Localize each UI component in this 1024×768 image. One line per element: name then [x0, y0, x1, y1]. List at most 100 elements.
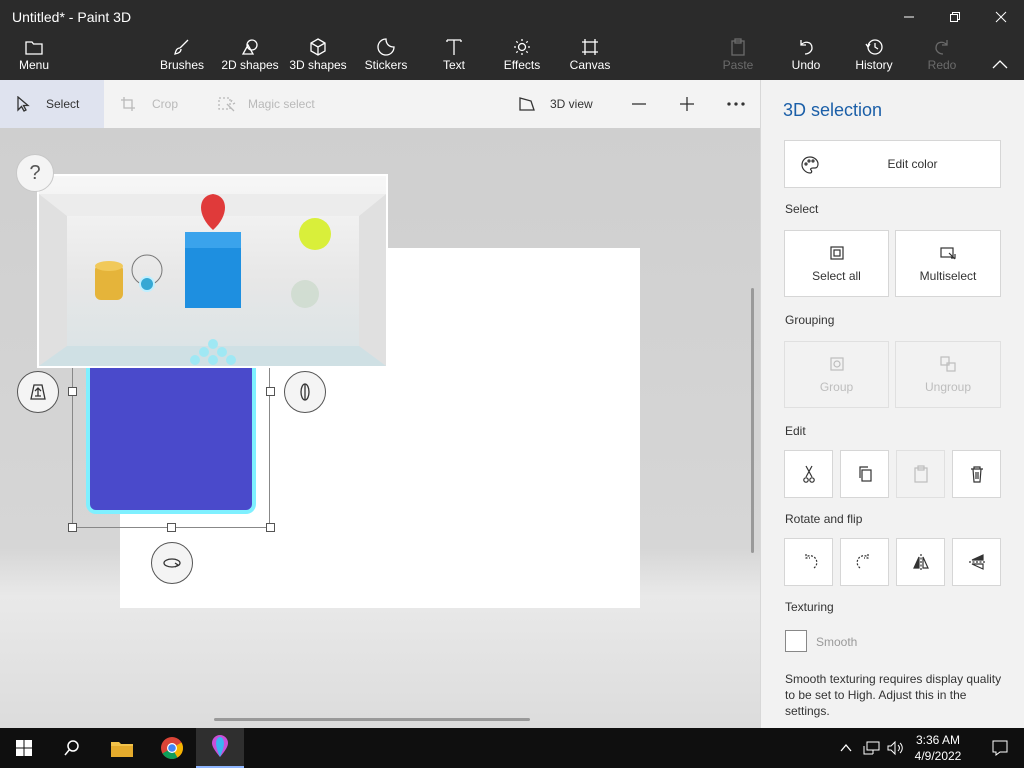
undo-icon — [800, 40, 813, 55]
resize-handle-left[interactable] — [68, 387, 77, 396]
copy-button[interactable] — [840, 450, 889, 498]
close-icon — [995, 11, 1007, 23]
canvas-area[interactable]: ? — [0, 128, 760, 728]
help-button[interactable]: ? — [16, 154, 54, 192]
sun-icon — [514, 39, 530, 55]
3d-shapes-tab[interactable]: 3D shapes — [288, 36, 348, 78]
undo-button[interactable]: Undo — [786, 36, 826, 78]
flip-vertical-icon — [968, 554, 985, 570]
close-button[interactable] — [978, 0, 1024, 34]
select-tool[interactable]: Select — [0, 80, 104, 128]
flip-vertical-button[interactable] — [952, 538, 1001, 586]
selected-3d-object[interactable] — [86, 368, 256, 514]
canvas-tab[interactable]: Canvas — [568, 36, 612, 78]
resize-handle-bottom-right[interactable] — [266, 523, 275, 532]
paste-panel-button[interactable] — [896, 450, 945, 498]
search-icon — [64, 740, 79, 756]
edit-color-button[interactable]: Edit color — [784, 140, 1001, 188]
paste-icon — [913, 465, 928, 483]
stickers-tab[interactable]: Stickers — [362, 36, 410, 78]
rotate-left-button[interactable] — [784, 538, 833, 586]
smooth-label: Smooth — [816, 635, 858, 649]
taskbar: 3:36 AM 4/9/2022 — [0, 728, 1024, 768]
notifications-button[interactable] — [976, 728, 1024, 768]
redo-icon — [935, 40, 948, 55]
file-explorer-button[interactable] — [98, 728, 146, 768]
rotate-x-handle[interactable] — [151, 542, 193, 584]
history-label: History — [855, 58, 893, 72]
magic-select-tool[interactable]: Magic select — [218, 80, 315, 128]
show-hidden-icons-button[interactable] — [834, 728, 858, 768]
text-tab[interactable]: Text — [436, 36, 472, 78]
restore-button[interactable] — [932, 0, 978, 34]
zoom-out-button[interactable] — [630, 80, 648, 128]
magic-select-icon — [218, 97, 236, 112]
crop-label: Crop — [152, 97, 179, 111]
zoom-in-button[interactable] — [678, 80, 696, 128]
cube-icon — [310, 38, 326, 56]
vertical-scrollbar[interactable] — [751, 288, 754, 553]
start-button[interactable] — [0, 728, 48, 768]
brushes-label: Brushes — [159, 58, 205, 72]
effects-label: Effects — [503, 58, 541, 72]
panel-title: 3D selection — [783, 100, 883, 120]
ribbon: Menu Brushes 2D shapes 3D shapes Sticker… — [0, 34, 1024, 80]
crop-tool[interactable]: Crop — [120, 80, 178, 128]
cut-button[interactable] — [784, 450, 833, 498]
menu-button[interactable]: Menu — [14, 36, 54, 78]
3d-view-preview[interactable] — [37, 174, 388, 368]
resize-handle-bottom-left[interactable] — [68, 523, 77, 532]
history-button[interactable]: History — [850, 36, 898, 78]
chevron-up-icon — [992, 60, 1008, 69]
multiselect-button[interactable]: Multiselect — [895, 230, 1001, 297]
search-button[interactable] — [48, 728, 96, 768]
restore-icon — [950, 12, 960, 22]
paste-label: Paste — [722, 58, 754, 72]
3d-shapes-label: 3D shapes — [289, 58, 347, 72]
3d-view-button[interactable]: 3D view — [518, 80, 593, 128]
3d-view-icon — [519, 97, 535, 111]
window-title: Untitled* - Paint 3D — [12, 9, 132, 25]
rotate-y-icon — [300, 383, 310, 401]
rotate-y-handle[interactable] — [284, 371, 326, 413]
group-icon — [829, 356, 844, 371]
smooth-checkbox[interactable] — [785, 630, 807, 652]
select-all-button[interactable]: Select all — [784, 230, 889, 297]
text-icon — [446, 39, 462, 55]
resize-handle-right[interactable] — [266, 387, 275, 396]
chrome-icon — [161, 737, 183, 759]
collapse-ribbon-button[interactable] — [986, 36, 1014, 78]
delete-button[interactable] — [952, 450, 1001, 498]
horizontal-scrollbar[interactable] — [214, 718, 530, 721]
minimize-button[interactable] — [886, 0, 932, 34]
edit-color-label: Edit color — [887, 157, 938, 171]
more-options-button[interactable] — [726, 80, 746, 128]
paint-3d-icon — [212, 735, 228, 757]
flip-horizontal-icon — [912, 554, 929, 570]
minus-icon — [632, 103, 646, 105]
2d-shapes-label: 2D shapes — [221, 58, 279, 72]
brushes-tab[interactable]: Brushes — [156, 36, 208, 78]
network-icon — [863, 741, 880, 755]
chrome-button[interactable] — [148, 728, 196, 768]
rotate-right-button[interactable] — [840, 538, 889, 586]
toolbar: Select Crop Magic select 3D view — [0, 80, 760, 128]
volume-button[interactable] — [884, 728, 906, 768]
paste-button[interactable]: Paste — [718, 36, 758, 78]
rotate-left-icon — [804, 554, 817, 569]
ungroup-button[interactable]: Ungroup — [895, 341, 1001, 408]
more-icon — [727, 102, 745, 106]
plus-icon — [680, 97, 694, 111]
flip-horizontal-button[interactable] — [896, 538, 945, 586]
group-button[interactable]: Group — [784, 341, 889, 408]
resize-handle-bottom[interactable] — [167, 523, 176, 532]
redo-button[interactable]: Redo — [922, 36, 962, 78]
2d-shapes-tab[interactable]: 2D shapes — [220, 36, 280, 78]
network-button[interactable] — [860, 728, 884, 768]
canvas-icon — [582, 39, 598, 55]
system-clock[interactable]: 3:36 AM 4/9/2022 — [906, 732, 970, 764]
cursor-icon — [17, 96, 30, 112]
depth-handle[interactable] — [17, 371, 59, 413]
paint-3d-button[interactable] — [196, 728, 244, 768]
effects-tab[interactable]: Effects — [500, 36, 544, 78]
